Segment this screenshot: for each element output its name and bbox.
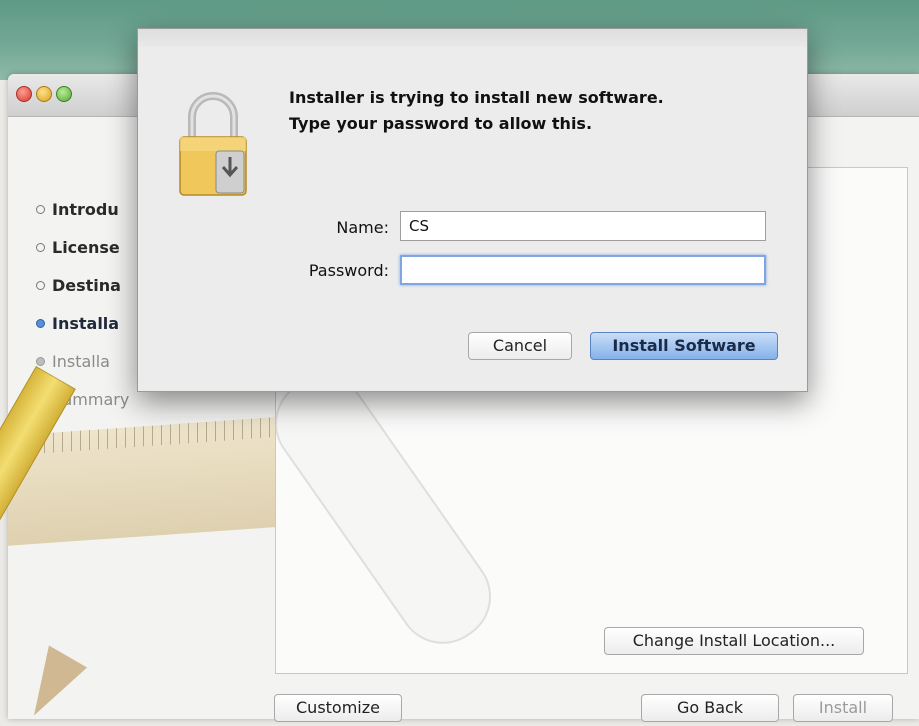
step-label: Installa (52, 314, 120, 333)
name-field[interactable] (400, 211, 766, 241)
pencil-tip-decoration (14, 645, 88, 726)
lock-icon (179, 92, 247, 196)
step-bullet-icon (36, 319, 45, 328)
cancel-button[interactable]: Cancel (468, 332, 572, 360)
minimize-window-button[interactable] (36, 86, 52, 102)
step-bullet-icon (36, 357, 45, 366)
close-window-button[interactable] (16, 86, 32, 102)
authentication-dialog: Installer is trying to install new softw… (137, 28, 808, 392)
password-field[interactable] (400, 255, 766, 285)
auth-message: Installer is trying to install new softw… (289, 85, 769, 137)
dialog-top-bar (138, 29, 807, 47)
auth-message-line2: Type your password to allow this. (289, 114, 593, 133)
step-label: Introdu (52, 200, 119, 219)
step-bullet-icon (36, 205, 45, 214)
password-label: Password: (308, 261, 389, 280)
step-label: Destina (52, 276, 121, 295)
install-button[interactable]: Install (793, 694, 893, 722)
flask-decoration (257, 358, 509, 662)
name-label: Name: (336, 218, 389, 237)
step-label: Installa (52, 352, 110, 371)
step-bullet-icon (36, 243, 45, 252)
change-install-location-button[interactable]: Change Install Location... (604, 627, 864, 655)
step-bullet-icon (36, 281, 45, 290)
auth-message-line1: Installer is trying to install new softw… (289, 88, 664, 107)
install-software-button[interactable]: Install Software (590, 332, 778, 360)
go-back-button[interactable]: Go Back (641, 694, 779, 722)
step-label: License (52, 238, 120, 257)
zoom-window-button[interactable] (56, 86, 72, 102)
customize-button[interactable]: Customize (274, 694, 402, 722)
